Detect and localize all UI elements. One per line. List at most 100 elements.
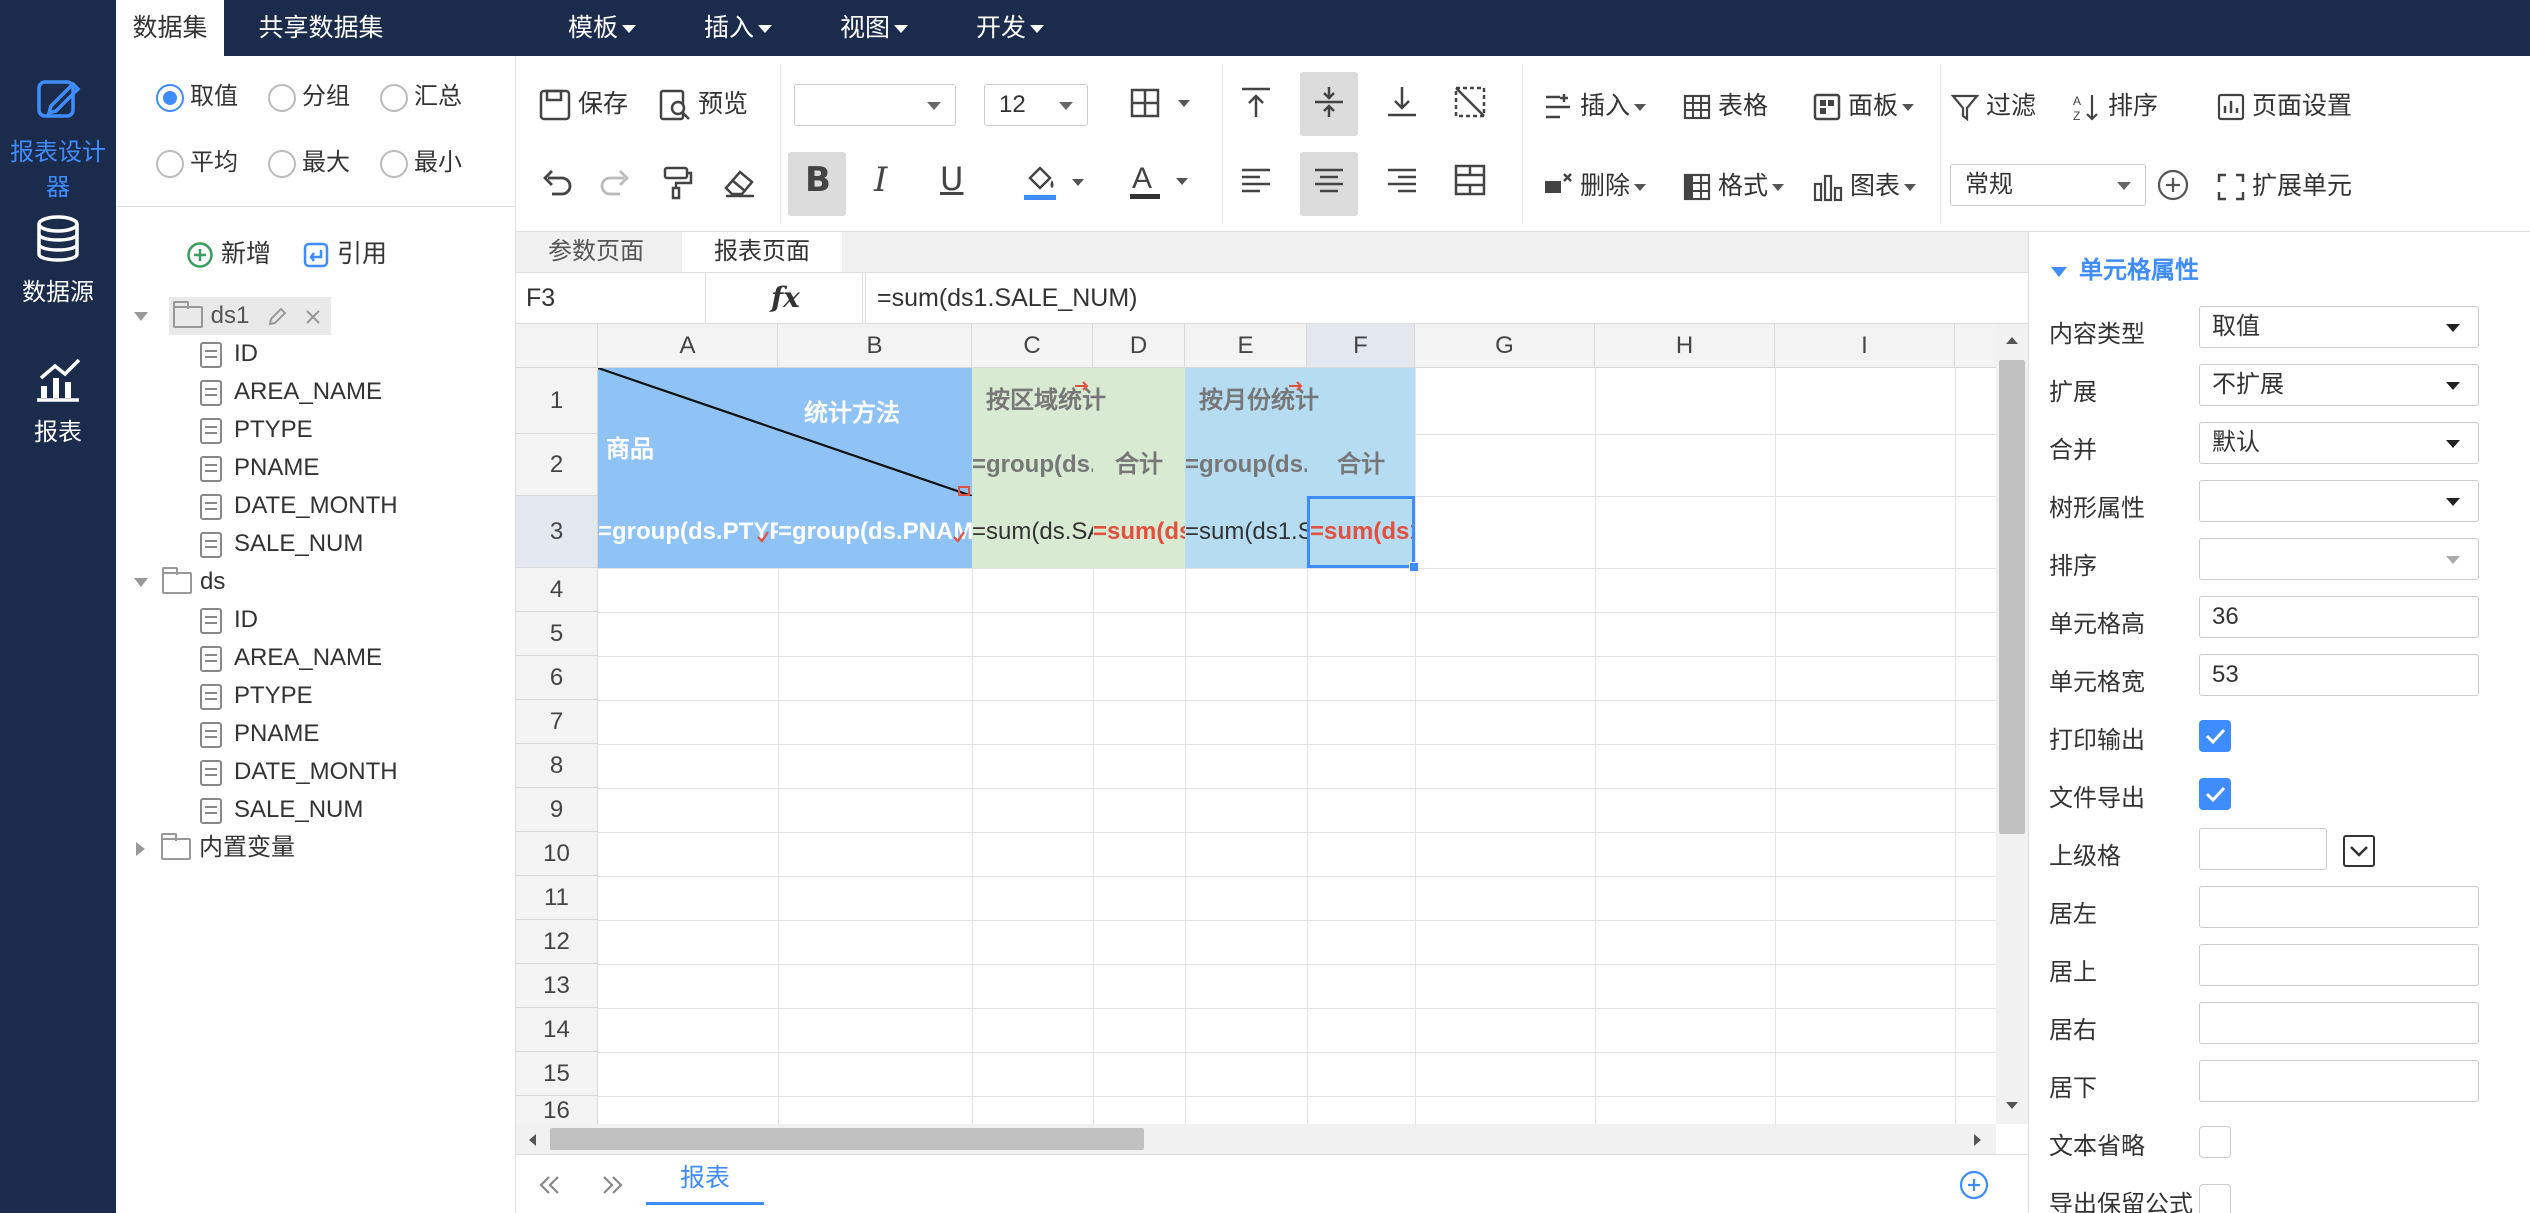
content-type-select[interactable]: 取值 bbox=[2199, 306, 2479, 348]
close-icon[interactable] bbox=[303, 307, 323, 327]
column-header[interactable]: A bbox=[598, 324, 778, 368]
props-header[interactable]: 单元格属性 bbox=[2051, 250, 2199, 285]
diagonal-line-icon[interactable] bbox=[1452, 84, 1488, 120]
parent-cell-dropdown-button[interactable] bbox=[2343, 835, 2375, 867]
left-input[interactable] bbox=[2199, 886, 2479, 928]
corner-cell[interactable] bbox=[516, 324, 598, 368]
add-dataset-button[interactable]: 新增 bbox=[186, 234, 271, 270]
first-sheet-icon[interactable] bbox=[538, 1175, 562, 1195]
row-header[interactable]: 4 bbox=[516, 568, 598, 612]
page-setup-button[interactable]: 页面设置 bbox=[2216, 86, 2352, 122]
fill-color-button[interactable] bbox=[1022, 162, 1084, 202]
tree-node-builtin-vars[interactable]: 内置变量 bbox=[134, 829, 295, 867]
column-header[interactable]: C bbox=[972, 324, 1093, 368]
tree-field[interactable]: ID bbox=[200, 601, 258, 639]
export-formula-checkbox[interactable] bbox=[2199, 1184, 2231, 1213]
formula-input[interactable]: =sum(ds1.SALE_NUM) bbox=[862, 273, 2022, 325]
sort-button[interactable]: A Z 排序 bbox=[2072, 86, 2158, 122]
radio-max[interactable]: 最大 bbox=[268, 142, 350, 178]
row-header[interactable]: 2 bbox=[516, 434, 598, 496]
column-header[interactable]: E bbox=[1185, 324, 1307, 368]
cell-e1[interactable]: 按月份统计 bbox=[1185, 368, 1415, 434]
column-header[interactable]: B bbox=[778, 324, 972, 368]
expand-cell-button[interactable]: 扩展单元 bbox=[2216, 166, 2352, 202]
align-center-icon[interactable] bbox=[1311, 166, 1347, 196]
scroll-right-icon[interactable] bbox=[1972, 1132, 1984, 1148]
fill-handle[interactable] bbox=[1409, 562, 1419, 572]
column-header[interactable] bbox=[1955, 324, 1996, 368]
tree-node-ds[interactable]: ds bbox=[134, 563, 225, 601]
spreadsheet-grid[interactable]: A B C D E F G H I 1 2 3 4 5 6 7 8 9 10 1… bbox=[516, 324, 1996, 1124]
tree-field[interactable]: AREA_NAME bbox=[200, 373, 382, 411]
align-left-icon[interactable] bbox=[1238, 166, 1274, 196]
add-sheet-icon[interactable] bbox=[1958, 1169, 1990, 1201]
row-header[interactable]: 9 bbox=[516, 788, 598, 832]
row-header[interactable]: 5 bbox=[516, 612, 598, 656]
underline-icon[interactable]: U bbox=[940, 160, 963, 198]
column-header[interactable]: F bbox=[1307, 324, 1415, 368]
chart-button[interactable]: 图表 bbox=[1812, 166, 1917, 202]
edit-icon[interactable] bbox=[266, 306, 288, 328]
vertical-scroll-thumb[interactable] bbox=[1999, 360, 2025, 834]
row-header[interactable]: 10 bbox=[516, 832, 598, 876]
cell-f3-selected[interactable]: =sum(ds1.SALE_NUM) bbox=[1307, 496, 1415, 568]
cell-e3[interactable]: =sum(ds1.SALE_NUM) bbox=[1185, 496, 1307, 568]
horizontal-scrollbar[interactable] bbox=[516, 1124, 1996, 1154]
cell-a1-b2[interactable]: 统计方法 商品 bbox=[598, 368, 972, 496]
tab-parameter-page[interactable]: 参数页面 bbox=[516, 232, 676, 272]
print-output-checkbox[interactable] bbox=[2199, 720, 2231, 752]
reference-dataset-button[interactable]: 引用 bbox=[302, 234, 387, 270]
font-size-select[interactable]: 12 bbox=[984, 84, 1088, 126]
column-header[interactable]: D bbox=[1093, 324, 1185, 368]
tree-field[interactable]: PTYPE bbox=[200, 677, 313, 715]
cell-e2[interactable]: =group(ds.DATE_MONTH) bbox=[1185, 434, 1307, 496]
row-header[interactable]: 6 bbox=[516, 656, 598, 700]
tab-shared-dataset[interactable]: 共享数据集 bbox=[246, 0, 396, 56]
row-header[interactable]: 7 bbox=[516, 700, 598, 744]
bold-icon[interactable]: B bbox=[805, 160, 831, 200]
filter-button[interactable]: 过滤 bbox=[1950, 86, 2036, 122]
align-top-icon[interactable] bbox=[1238, 84, 1274, 120]
nav-report[interactable]: 报表 bbox=[0, 356, 116, 447]
radio-min[interactable]: 最小 bbox=[380, 142, 462, 178]
tree-field[interactable]: PTYPE bbox=[200, 411, 313, 449]
tree-field[interactable]: SALE_NUM bbox=[200, 525, 363, 563]
row-header[interactable]: 3 bbox=[516, 496, 598, 568]
radio-average[interactable]: 平均 bbox=[156, 142, 238, 178]
panel-button[interactable]: 面板 bbox=[1812, 86, 1915, 122]
align-right-icon[interactable] bbox=[1384, 166, 1420, 196]
sheet-tab-report[interactable]: 报表 bbox=[646, 1155, 764, 1205]
delete-button[interactable]: 删除 bbox=[1542, 166, 1647, 203]
cell-c2[interactable]: =group(ds.AREA_NAME) bbox=[972, 434, 1093, 496]
row-header[interactable]: 8 bbox=[516, 744, 598, 788]
right-input[interactable] bbox=[2199, 1002, 2479, 1044]
cell-d3[interactable]: =sum(ds.SALE_NUM) bbox=[1093, 496, 1185, 568]
merge-select[interactable]: 默认 bbox=[2199, 422, 2479, 464]
cell-c3[interactable]: =sum(ds.SALE_NUM) bbox=[972, 496, 1093, 568]
bottom-input[interactable] bbox=[2199, 1060, 2479, 1102]
number-format-select[interactable]: 常规 bbox=[1950, 164, 2146, 206]
cell-c1[interactable]: 按区域统计 bbox=[972, 368, 1185, 434]
insert-button[interactable]: 插入 bbox=[1542, 86, 1647, 123]
cell-width-input[interactable]: 53 bbox=[2199, 654, 2479, 696]
redo-icon[interactable] bbox=[598, 164, 634, 200]
parent-cell-input[interactable] bbox=[2199, 828, 2327, 870]
row-header[interactable]: 1 bbox=[516, 368, 598, 434]
last-sheet-icon[interactable] bbox=[600, 1175, 624, 1195]
add-format-icon[interactable] bbox=[2156, 168, 2190, 202]
tree-node-ds1[interactable]: ds1 bbox=[134, 297, 331, 335]
tree-property-select[interactable] bbox=[2199, 480, 2479, 522]
save-button[interactable]: 保存 bbox=[538, 84, 628, 122]
column-header[interactable]: H bbox=[1595, 324, 1775, 368]
tree-field[interactable]: DATE_MONTH bbox=[200, 487, 398, 525]
eraser-icon[interactable] bbox=[722, 164, 758, 200]
cell-d2[interactable]: 合计 bbox=[1093, 434, 1185, 496]
radio-value[interactable]: 取值 bbox=[156, 76, 238, 112]
tab-report-page[interactable]: 报表页面 bbox=[682, 232, 842, 272]
font-family-select[interactable] bbox=[794, 84, 956, 126]
top-input[interactable] bbox=[2199, 944, 2479, 986]
menu-insert[interactable]: 插入 bbox=[704, 0, 773, 56]
horizontal-scroll-thumb[interactable] bbox=[550, 1128, 1144, 1150]
file-export-checkbox[interactable] bbox=[2199, 778, 2231, 810]
format-painter-icon[interactable] bbox=[660, 164, 694, 200]
